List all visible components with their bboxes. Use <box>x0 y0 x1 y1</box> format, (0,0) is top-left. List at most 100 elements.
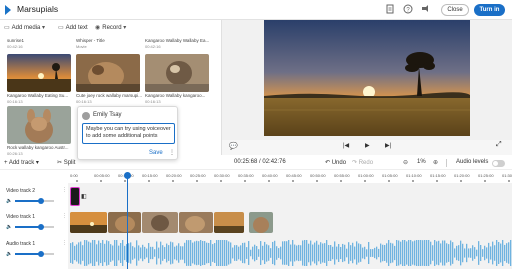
turn-in-button[interactable]: Turn in <box>474 4 505 16</box>
video-clip[interactable] <box>70 212 107 233</box>
waveform-bar <box>384 245 386 261</box>
ruler-tick-mark <box>220 180 222 182</box>
ruler-tick-mark <box>100 180 102 182</box>
comment-text-input[interactable]: Maybe you can try using voiceover to add… <box>82 123 175 144</box>
split-button[interactable]: ✂ Split <box>57 159 75 166</box>
waveform-bar <box>178 243 180 263</box>
video-clip[interactable] <box>142 212 178 233</box>
waveform-bar <box>336 246 338 260</box>
zoom-in-icon[interactable]: ⊕ <box>433 159 438 166</box>
toggle-knob <box>493 161 498 166</box>
track-menu-icon[interactable]: ⋮ <box>62 240 67 246</box>
notes-icon[interactable] <box>384 4 396 16</box>
track-lane-video-2 <box>68 183 512 210</box>
waveform-bar <box>306 237 308 269</box>
waveform-bar <box>164 247 166 259</box>
waveform-bar <box>458 245 460 261</box>
add-media-icon: ▭ <box>4 25 10 31</box>
waveform-bar <box>108 241 110 265</box>
video-clip[interactable] <box>108 212 141 233</box>
close-button[interactable]: Close <box>441 4 469 16</box>
playhead[interactable] <box>127 174 128 269</box>
feedback-icon[interactable] <box>419 4 431 16</box>
waveform-bar <box>472 245 474 261</box>
waveform-bar <box>374 247 376 259</box>
add-text-button[interactable]: ▭ Add text <box>58 24 88 31</box>
waveform-bar <box>486 247 488 259</box>
waveform-bar <box>338 244 340 262</box>
playhead-handle[interactable] <box>124 172 131 179</box>
media-duration: 00:16:13 <box>145 99 161 104</box>
volume-slider-knob[interactable] <box>38 251 44 257</box>
waveform-bar <box>300 245 302 261</box>
waveform-bar <box>294 244 296 262</box>
waveform-bar <box>330 245 332 261</box>
add-media-button[interactable]: ▭ Add media ▾ <box>4 24 47 31</box>
waveform-bar <box>136 240 138 266</box>
ruler-tick-label: 00:20:00 <box>166 173 182 178</box>
comment-icon[interactable]: 💬 <box>229 142 238 150</box>
track-menu-icon[interactable]: ⋮ <box>62 213 67 219</box>
skip-back-icon[interactable]: |◀ <box>343 142 349 149</box>
volume-slider-knob[interactable] <box>38 224 44 230</box>
waveform-bar <box>230 242 232 264</box>
ruler-tick-label: 00:40:00 <box>262 173 278 178</box>
skip-forward-icon[interactable]: ▶| <box>385 142 391 149</box>
fullscreen-icon[interactable]: ⤢ <box>496 141 502 149</box>
track-menu-icon[interactable]: ⋮ <box>62 187 67 193</box>
waveform-bar <box>150 246 152 260</box>
play-icon[interactable]: ▶ <box>365 142 370 149</box>
waveform-bar <box>200 237 202 269</box>
waveform-bar <box>392 243 394 263</box>
undo-button[interactable]: ↶ Undo <box>325 159 346 166</box>
media-thumbnail-kangaroo[interactable] <box>145 54 209 92</box>
video-clip[interactable] <box>70 187 80 206</box>
waveform-bar <box>140 247 142 259</box>
waveform-bar <box>386 243 388 263</box>
ruler-tick-mark <box>244 180 246 182</box>
preview-video[interactable] <box>264 20 470 136</box>
project-title[interactable]: Marsupials <box>17 4 58 14</box>
more-options-icon[interactable]: ⋮ <box>169 149 175 156</box>
waveform-bar <box>122 238 124 268</box>
waveform-bar <box>268 245 270 261</box>
waveform-bar <box>316 240 318 266</box>
ruler-tick-mark <box>292 180 294 182</box>
ruler-tick-label: 00:25:00 <box>190 173 206 178</box>
video-clip[interactable] <box>179 212 213 233</box>
waveform-bar <box>182 246 184 260</box>
waveform-bar <box>314 242 316 264</box>
audio-waveform[interactable] <box>70 236 512 269</box>
ruler-tick-label: 01:20:00 <box>454 173 470 178</box>
waveform-bar <box>340 246 342 260</box>
waveform-bar <box>96 244 98 262</box>
waveform-bar <box>354 246 356 260</box>
zoom-out-icon[interactable]: ⊖ <box>403 159 408 166</box>
media-thumbnail-sunset[interactable] <box>7 54 71 92</box>
add-track-button[interactable]: + Add track ▾ <box>4 159 39 166</box>
waveform-bar <box>132 246 134 260</box>
waveform-bar <box>334 241 336 265</box>
help-icon[interactable]: ? <box>402 4 414 16</box>
time-readout: 00:25:68 / 02:42:76 <box>234 159 286 165</box>
waveform-bar <box>344 244 346 262</box>
video-clip[interactable] <box>214 212 244 233</box>
waveform-bar <box>430 241 432 265</box>
volume-slider-knob[interactable] <box>38 198 44 204</box>
media-thumbnail-rock-wallaby[interactable] <box>7 106 71 144</box>
waveform-bar <box>508 242 510 264</box>
waveform-bar <box>502 239 504 267</box>
redo-button[interactable]: ↷ Redo <box>352 159 373 166</box>
waveform-bar <box>232 247 234 259</box>
waveform-bar <box>272 241 274 265</box>
waveform-bar <box>442 240 444 266</box>
waveform-bar <box>92 238 94 268</box>
media-thumbnail-wallaby[interactable] <box>76 54 140 92</box>
comment-save-button[interactable]: Save <box>149 150 163 156</box>
video-clip[interactable] <box>249 212 273 233</box>
waveform-bar <box>328 245 330 261</box>
waveform-bar <box>176 245 178 261</box>
waveform-bar <box>80 241 82 265</box>
record-button[interactable]: ◉ Record ▾ <box>95 24 128 31</box>
waveform-bar <box>370 249 372 257</box>
